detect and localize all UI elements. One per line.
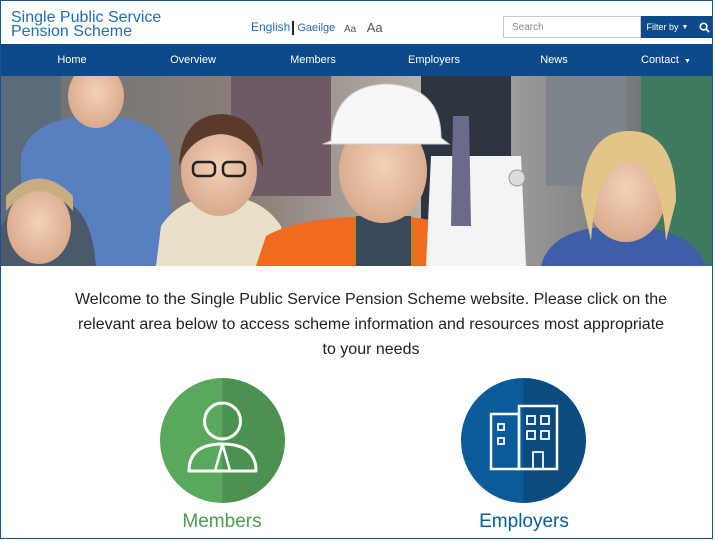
building-icon — [461, 378, 586, 503]
nav-home[interactable]: Home — [37, 44, 107, 76]
site-header: Single Public Service Pension Scheme Eng… — [1, 1, 712, 44]
hero-people-illustration — [1, 76, 712, 266]
members-tile-label[interactable]: Members — [142, 511, 302, 533]
nav-contact-label: Contact — [641, 54, 679, 66]
logo-line-2: Pension Scheme — [11, 23, 132, 40]
filter-by-label: Filter by — [646, 22, 679, 32]
hero-banner-image — [1, 76, 712, 266]
nav-news[interactable]: News — [519, 44, 589, 76]
lang-irish-link[interactable]: Gaeilge — [297, 22, 335, 34]
employers-tile-label[interactable]: Employers — [444, 511, 604, 533]
search-button[interactable] — [694, 16, 712, 38]
search-input[interactable] — [503, 16, 641, 38]
main-nav: Home Overview Members Employers News Con… — [1, 44, 712, 76]
nav-employers[interactable]: Employers — [397, 44, 471, 76]
caret-down-icon: ▼ — [681, 23, 689, 31]
members-tile-button[interactable] — [160, 378, 285, 503]
welcome-message: Welcome to the Single Public Service Pen… — [74, 291, 667, 358]
font-size-large-button[interactable]: Aa — [367, 20, 383, 35]
lang-divider — [292, 20, 295, 35]
page-frame: Single Public Service Pension Scheme Eng… — [0, 0, 713, 539]
language-switcher: English Gaeilge — [251, 20, 335, 35]
site-logo[interactable]: Single Public Service Pension Scheme — [11, 10, 191, 40]
nav-members[interactable]: Members — [278, 44, 348, 76]
font-size-controls: Aa Aa — [344, 19, 383, 37]
employers-tile-button[interactable] — [461, 378, 586, 503]
filter-by-dropdown[interactable]: Filter by ▼ — [641, 16, 694, 38]
lang-english-link[interactable]: English — [251, 20, 290, 34]
font-size-small-button[interactable]: Aa — [344, 24, 356, 35]
caret-down-icon: ▼ — [683, 58, 691, 65]
nav-overview[interactable]: Overview — [158, 44, 228, 76]
search-icon — [698, 21, 710, 33]
person-icon — [160, 378, 285, 503]
nav-contact[interactable]: Contact ▼ — [641, 44, 703, 76]
